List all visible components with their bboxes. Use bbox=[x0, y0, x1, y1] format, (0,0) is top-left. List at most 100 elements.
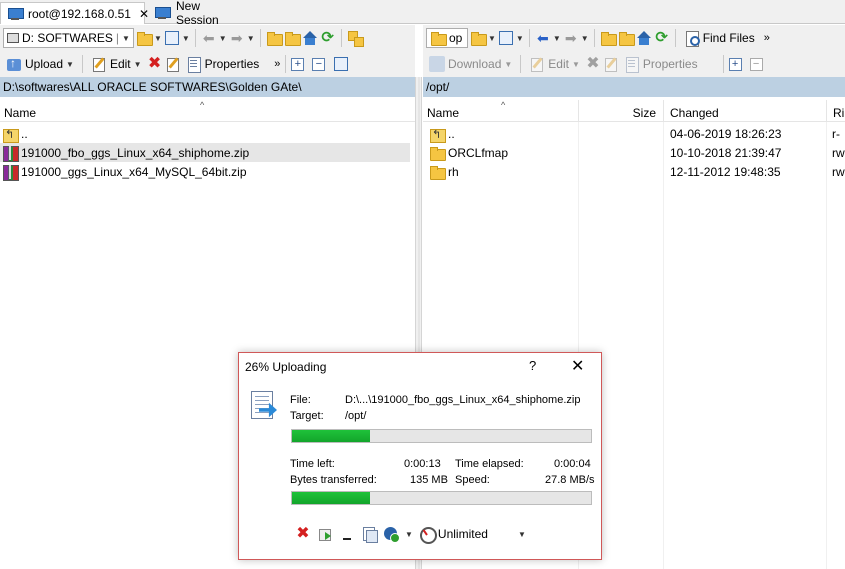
right-path-bar[interactable]: /opt/ bbox=[423, 77, 845, 97]
chevron-down-icon[interactable]: ▼ bbox=[405, 530, 413, 539]
file-row[interactable]: 191000_fbo_ggs_Linux_x64_shiphome.zip bbox=[0, 143, 410, 162]
refresh-icon[interactable]: ⟳ bbox=[320, 30, 336, 46]
file-changed: 04-06-2019 18:26:23 bbox=[670, 126, 782, 141]
delete-icon[interactable]: ✖ bbox=[147, 56, 163, 72]
upload-button[interactable]: Upload ▼ bbox=[3, 53, 77, 75]
file-row-parent[interactable]: .. 04-06-2019 18:26:23 r- bbox=[427, 124, 845, 143]
local-drive-selector[interactable]: D: SOFTWARES | ▼ bbox=[3, 28, 134, 48]
delete-icon[interactable]: ✖ bbox=[585, 56, 601, 72]
column-rights[interactable]: Ri bbox=[829, 100, 845, 122]
unselect-icon[interactable]: − bbox=[312, 57, 326, 71]
download-button[interactable]: Download ▼ bbox=[426, 53, 515, 75]
transfer-in-background-icon[interactable] bbox=[317, 526, 333, 542]
column-divider[interactable] bbox=[663, 100, 664, 122]
toolbar-separator bbox=[285, 55, 287, 73]
tab-session-root[interactable]: root@192.168.0.51 ✕ bbox=[0, 2, 149, 24]
chevron-down-icon[interactable]: ▼ bbox=[581, 34, 589, 43]
select-all-icon[interactable]: + bbox=[728, 57, 742, 71]
chevron-down-icon[interactable]: ▼ bbox=[488, 34, 496, 43]
minimize-icon[interactable] bbox=[339, 526, 355, 542]
file-name: .. bbox=[21, 126, 28, 141]
edit-button[interactable]: Edit ▼ bbox=[88, 53, 145, 75]
synchronize-icon[interactable] bbox=[347, 30, 364, 47]
cancel-transfer-icon[interactable]: ✖ bbox=[295, 526, 311, 542]
left-path-bar[interactable]: D:\softwares\ALL ORACLE SOFTWARES\Golden… bbox=[0, 77, 415, 97]
upload-label: Upload bbox=[25, 57, 64, 71]
file-row-parent[interactable]: .. bbox=[0, 124, 410, 143]
column-size[interactable]: Size bbox=[579, 100, 662, 122]
close-dialog-button[interactable]: ✕ bbox=[571, 356, 584, 376]
folder-row[interactable]: rh 12-11-2012 19:48:35 rw bbox=[427, 162, 845, 181]
chevron-down-icon[interactable]: ▼ bbox=[516, 34, 524, 43]
filter-icon[interactable] bbox=[164, 30, 180, 46]
column-divider[interactable] bbox=[826, 100, 827, 122]
bytes-transferred-value: 135 MB bbox=[410, 474, 448, 486]
time-elapsed-label: Time elapsed: bbox=[455, 458, 524, 470]
queue-icon[interactable] bbox=[361, 526, 378, 543]
home-icon[interactable] bbox=[636, 30, 652, 46]
once-finished-icon[interactable] bbox=[383, 526, 400, 543]
edit-button[interactable]: Edit ▼ bbox=[526, 53, 583, 75]
file-progress-fill bbox=[292, 430, 370, 442]
left-path: D:\softwares\ALL ORACLE SOFTWARES\Golden… bbox=[3, 80, 302, 94]
chevron-down-icon[interactable]: ▼ bbox=[182, 34, 190, 43]
parent-directory-icon bbox=[429, 126, 446, 143]
toolbar-separator bbox=[520, 55, 522, 73]
column-changed[interactable]: Changed bbox=[666, 100, 826, 122]
filter-icon[interactable] bbox=[498, 30, 514, 46]
forward-icon[interactable]: ➡ bbox=[229, 30, 245, 46]
root-directory-icon[interactable] bbox=[284, 30, 301, 46]
home-icon[interactable] bbox=[302, 30, 318, 46]
edit-icon bbox=[91, 56, 107, 72]
chevron-down-icon[interactable]: ▼ bbox=[247, 34, 255, 43]
properties-button[interactable]: Properties bbox=[621, 53, 701, 75]
unselect-icon[interactable]: − bbox=[749, 57, 763, 71]
toolbar-overflow-icon[interactable]: » bbox=[764, 32, 770, 44]
chevron-down-icon[interactable]: ▼ bbox=[518, 530, 526, 539]
edit-label: Edit bbox=[548, 57, 569, 71]
root-directory-icon[interactable] bbox=[618, 30, 635, 46]
speed-label: Speed: bbox=[455, 474, 490, 486]
properties-button[interactable]: Properties bbox=[183, 53, 263, 75]
parent-directory-icon[interactable] bbox=[600, 30, 617, 46]
forward-icon[interactable]: ➡ bbox=[563, 30, 579, 46]
open-folder-icon[interactable] bbox=[470, 30, 487, 46]
file-progress-bar bbox=[291, 429, 592, 443]
file-rights: rw bbox=[832, 164, 845, 179]
file-name: rh bbox=[448, 164, 459, 179]
back-icon[interactable]: ⬅ bbox=[535, 30, 551, 46]
toolbar-overflow-icon[interactable]: » bbox=[274, 58, 280, 70]
properties-label: Properties bbox=[642, 57, 698, 71]
open-folder-icon[interactable] bbox=[136, 30, 153, 46]
remote-directory-selector[interactable]: op bbox=[426, 28, 468, 48]
folder-row[interactable]: ORCLfmap 10-10-2018 21:39:47 rw bbox=[427, 143, 845, 162]
time-left-value: 0:00:13 bbox=[404, 458, 441, 470]
file-row[interactable]: 191000_ggs_Linux_x64_MySQL_64bit.zip bbox=[0, 162, 410, 181]
chevron-down-icon[interactable]: ▼ bbox=[553, 34, 561, 43]
download-label: Download bbox=[448, 57, 502, 71]
dialog-title: 26% Uploading bbox=[245, 360, 327, 374]
select-all-icon[interactable]: + bbox=[291, 57, 305, 71]
left-navigation-toolbar: D: SOFTWARES | ▼ ▼ ▼ ⬅ ▼ ➡ ▼ ⟳ bbox=[0, 25, 415, 51]
back-icon[interactable]: ⬅ bbox=[201, 30, 217, 46]
total-progress-fill bbox=[292, 492, 370, 504]
find-files-button[interactable]: Find Files bbox=[681, 27, 758, 49]
refresh-icon[interactable]: ⟳ bbox=[654, 30, 670, 46]
column-name[interactable]: Name bbox=[0, 100, 412, 122]
speed-limit-value[interactable]: Unlimited bbox=[438, 527, 488, 541]
chevron-down-icon[interactable]: ▼ bbox=[154, 34, 162, 43]
parent-directory-icon[interactable] bbox=[266, 30, 283, 46]
file-rights: rw bbox=[832, 145, 845, 160]
file-name: ORCLfmap bbox=[448, 145, 509, 160]
rename-icon[interactable] bbox=[165, 56, 181, 72]
select-files-icon[interactable] bbox=[333, 56, 349, 72]
file-name: 191000_ggs_Linux_x64_MySQL_64bit.zip bbox=[21, 164, 247, 179]
chevron-down-icon[interactable]: ▼ bbox=[219, 34, 227, 43]
file-changed: 12-11-2012 19:48:35 bbox=[670, 164, 781, 179]
rename-icon[interactable] bbox=[603, 56, 619, 72]
help-button[interactable]: ? bbox=[529, 358, 536, 373]
toolbar-separator bbox=[674, 29, 676, 47]
file-size bbox=[579, 143, 659, 162]
edit-label: Edit bbox=[109, 57, 131, 71]
tab-new-session[interactable]: New Session bbox=[148, 0, 248, 27]
